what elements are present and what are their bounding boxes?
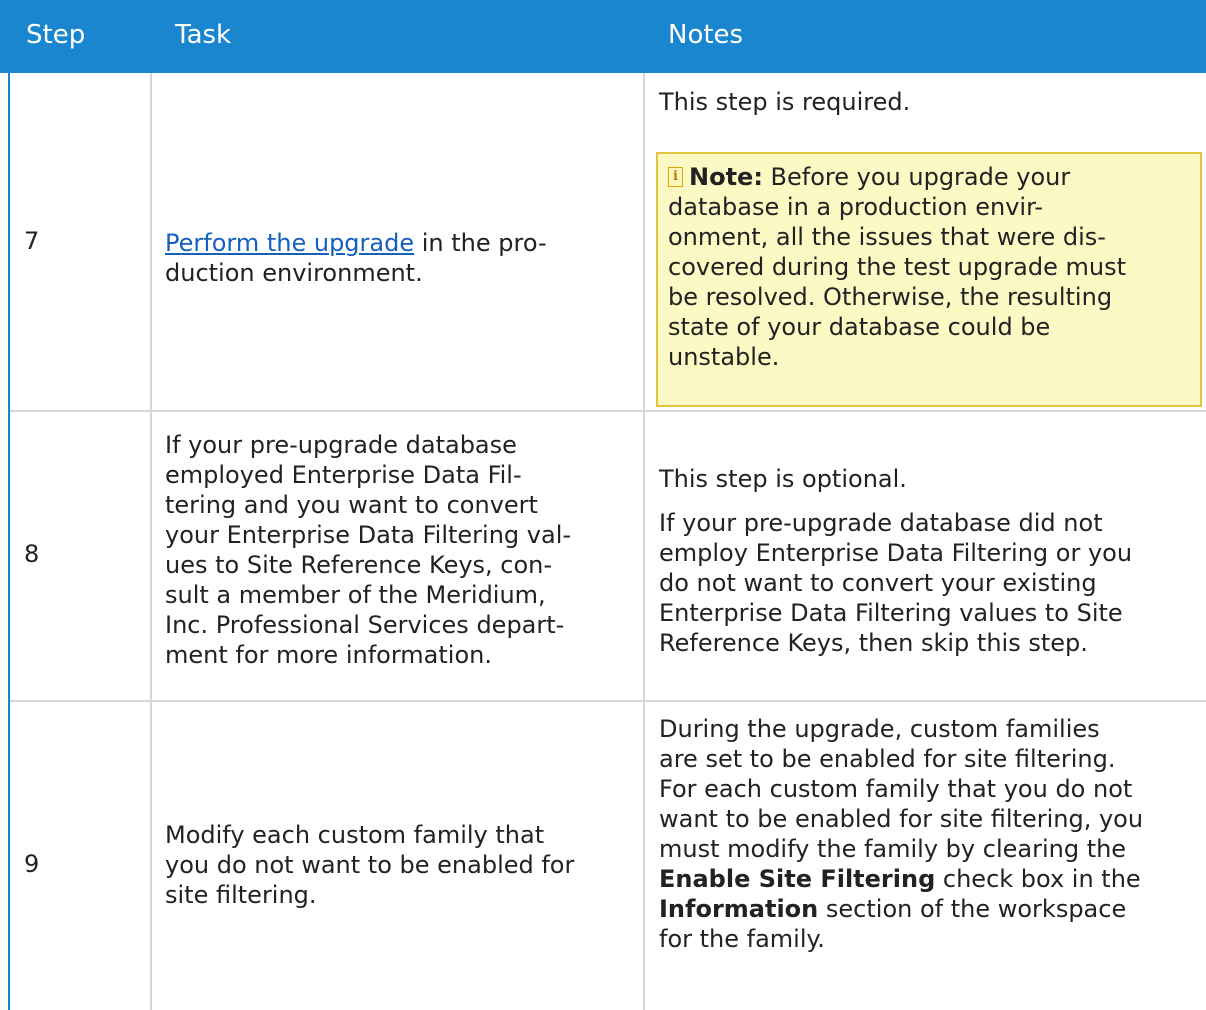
step-number: 7 [24,227,40,255]
information-term: Information [659,895,819,923]
table-row: 7 Perform the upgrade in the pro- ductio… [10,73,1206,412]
header-task: Task [175,20,232,50]
step-number: 8 [24,540,40,568]
table-row: 8 If your pre-upgrade database employed … [10,412,1206,702]
upgrade-steps-table: Step Task Notes 7 Perform the upgrade in… [0,0,1206,1010]
header-step: Step [26,20,86,50]
note-label: Note: [689,163,763,191]
step-number: 9 [24,850,40,878]
task-cell: Perform the upgrade in the pro- duction … [165,229,547,287]
note-callout: Note: Before you upgrade your database i… [656,152,1202,407]
table-row: 9 Modify each custom family that you do … [10,702,1206,1010]
table-header-row: Step Task Notes [0,0,1206,73]
enable-site-filtering-term: Enable Site Filtering [659,865,936,893]
task-cell: Modify each custom family that you do no… [165,821,575,909]
notes-cell: During the upgrade, custom families are … [659,715,1144,953]
notes-intro: This step is required. [659,88,911,116]
perform-upgrade-link[interactable]: Perform the upgrade [165,229,414,257]
header-notes: Notes [668,20,744,50]
note-icon [668,167,683,187]
notes-cell: This step is optional. If your pre-upgra… [659,465,1133,657]
task-cell: If your pre-upgrade database employed En… [165,431,572,669]
